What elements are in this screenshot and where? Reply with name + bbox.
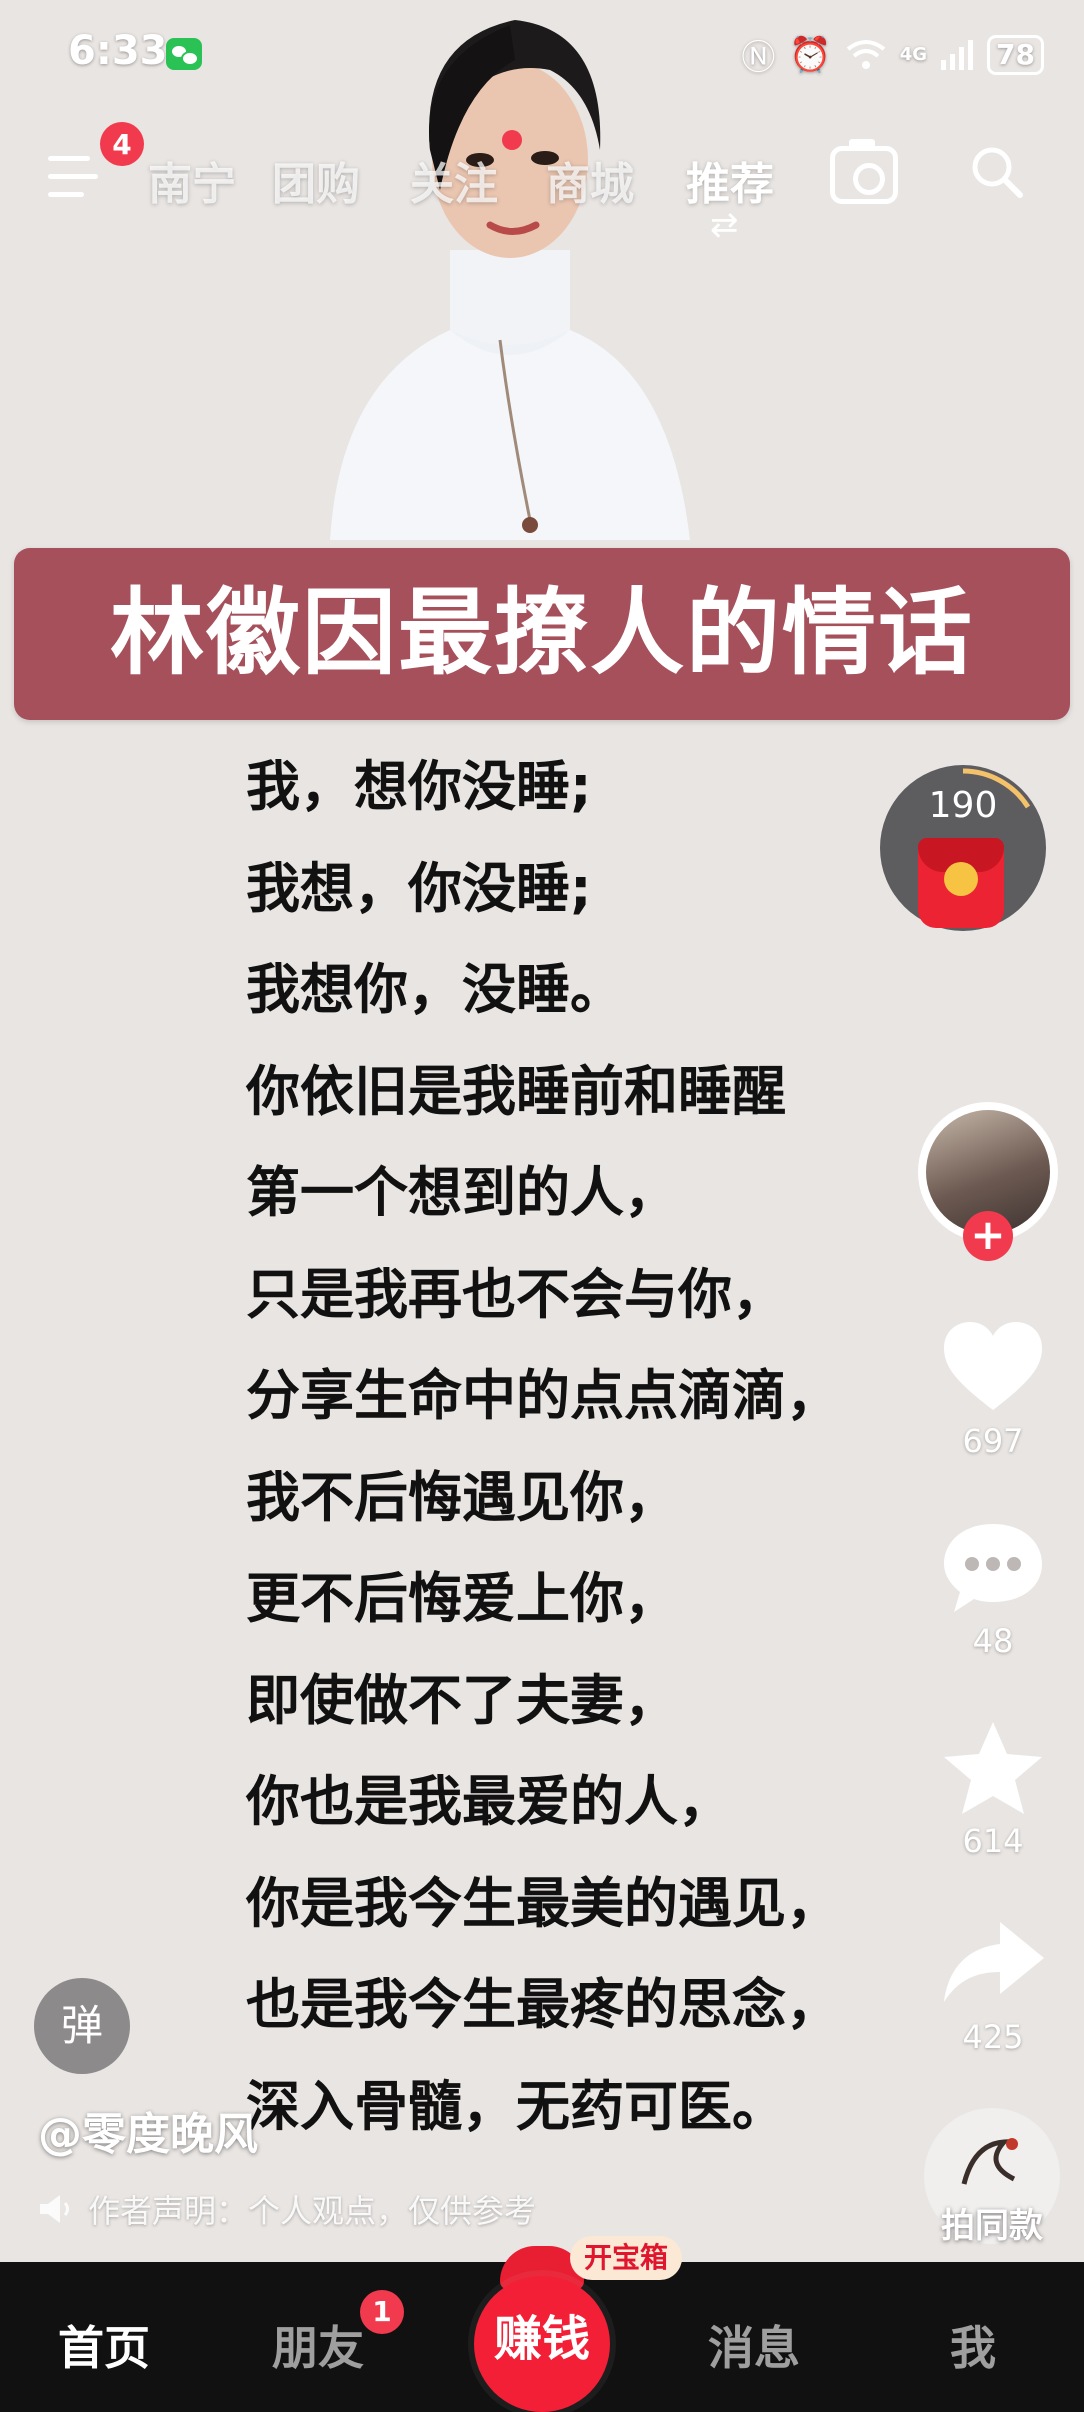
poem-line: 即使做不了夫妻， — [246, 1668, 678, 1732]
network-label: 4G — [899, 44, 928, 65]
nav-home[interactable]: 首页 — [58, 2312, 150, 2378]
wifi-icon — [846, 39, 885, 69]
treasure-chest-tag[interactable]: 开宝箱 — [570, 2236, 682, 2280]
wechat-notification-icon — [166, 38, 202, 70]
poem-line: 也是我今生最疼的思念， — [246, 1973, 840, 2036]
poem-line: 分享生命中的点点滴滴， — [246, 1364, 840, 1427]
battery-indicator: 78 — [987, 34, 1044, 75]
friends-badge: 1 — [360, 2290, 404, 2334]
signal-icon — [941, 39, 974, 70]
nav-friends[interactable]: 朋友 — [272, 2312, 364, 2378]
swap-icon: ⇄ — [710, 205, 739, 245]
poem-line: 我，想你没睡; — [246, 755, 592, 818]
poem-line: 第一个想到的人， — [246, 1161, 678, 1224]
share-count: 425 — [962, 2018, 1024, 2056]
search-icon[interactable] — [970, 145, 1024, 199]
camera-icon[interactable] — [830, 139, 898, 204]
speaker-icon — [40, 2195, 69, 2223]
menu-button[interactable] — [48, 150, 104, 202]
tab-group-buy[interactable]: 团购 — [272, 148, 360, 212]
earn-label: 赚钱 — [493, 2311, 590, 2367]
heart-icon[interactable] — [938, 1318, 1048, 1418]
tab-following[interactable]: 关注 — [410, 148, 498, 212]
tab-recommend[interactable]: 推荐 — [686, 148, 774, 212]
author-declaration: 作者声明：个人观点，仅供参考 — [38, 2186, 536, 2232]
like-count: 697 — [962, 1422, 1024, 1460]
menu-badge: 4 — [100, 122, 144, 166]
nfc-icon: Ⓝ — [741, 38, 776, 78]
mute-icon: ⏰ — [789, 34, 832, 75]
following-dot — [502, 130, 522, 150]
nav-me[interactable]: 我 — [950, 2312, 996, 2378]
poem-line: 你依旧是我睡前和睡醒 — [246, 1059, 786, 1123]
nav-messages[interactable]: 消息 — [708, 2312, 800, 2378]
music-disc-icon — [961, 2138, 1018, 2185]
poem-line: 我不后悔遇见你， — [246, 1465, 678, 1529]
poem-line: 更不后悔爱上你， — [246, 1567, 678, 1630]
declaration-text: 作者声明：个人观点，仅供参考 — [88, 2192, 537, 2230]
status-icons: Ⓝ ⏰ 4G 78 — [741, 30, 1044, 79]
red-packet-coin — [944, 862, 978, 896]
poem-line: 你也是我最爱的人， — [246, 1770, 732, 1833]
portrait-image — [330, 20, 690, 540]
tab-nanning[interactable]: 南宁 — [148, 148, 236, 212]
follow-button[interactable]: + — [963, 1211, 1013, 1261]
star-icon[interactable] — [938, 1718, 1048, 1818]
author-name[interactable]: @零度晚风 — [38, 2098, 258, 2162]
poem-line: 我想，你没睡; — [246, 856, 592, 920]
video-title: 林徽因最撩人的情话 — [109, 579, 974, 688]
status-time: 6:33 — [68, 28, 168, 74]
same-style-label: 拍同款 — [941, 2206, 1043, 2246]
danmu-button[interactable]: 弹 — [34, 1978, 130, 2074]
comment-count: 48 — [972, 1622, 1014, 1660]
poem-line: 你是我今生最美的遇见， — [246, 1871, 840, 1935]
share-icon[interactable] — [938, 1914, 1048, 2014]
poem-line: 只是我再也不会与你， — [246, 1262, 786, 1326]
poem-text: 我，想你没睡; 我想，你没睡; 我想你，没睡。 你依旧是我睡前和睡醒 第一个想到… — [246, 736, 926, 2157]
poem-line: 我想你，没睡。 — [246, 958, 624, 1021]
poem-line: 深入骨髓，无药可医。 — [246, 2074, 786, 2138]
comment-icon[interactable] — [938, 1518, 1048, 1618]
tab-mall[interactable]: 商城 — [546, 148, 634, 212]
favorite-count: 614 — [962, 1822, 1024, 1860]
coin-count: 190 — [928, 785, 998, 826]
